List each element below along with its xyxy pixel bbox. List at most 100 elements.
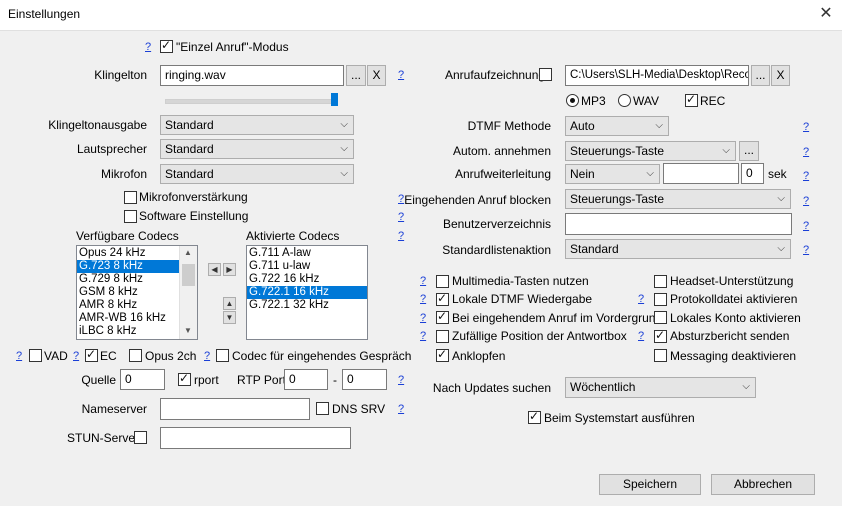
nameserver-input[interactable] xyxy=(160,398,310,420)
multimedia-keys-checkbox[interactable] xyxy=(436,275,449,288)
output-select[interactable]: Standard ⌵ xyxy=(160,115,354,135)
random-position-checkbox[interactable] xyxy=(436,330,449,343)
help-link-incoming-codec[interactable]: ? xyxy=(204,349,210,363)
help-link-local-dtmf[interactable]: ? xyxy=(420,292,426,306)
rtp-port-to-input[interactable]: 0 xyxy=(342,369,387,390)
wav-radio[interactable] xyxy=(618,94,631,107)
rec-checkbox[interactable] xyxy=(685,92,698,107)
help-link-ringtone[interactable]: ? xyxy=(398,68,404,82)
move-right-button[interactable]: ▶ xyxy=(223,263,236,276)
enabled-codecs-label: Aktivierte Codecs xyxy=(246,229,340,243)
incoming-foreground-checkbox[interactable] xyxy=(436,309,449,324)
dns-srv-label: DNS SRV xyxy=(332,402,386,416)
forward-number-input[interactable] xyxy=(663,163,739,184)
chevron-down-icon: ⌵ xyxy=(722,145,730,156)
stun-input[interactable] xyxy=(160,427,351,449)
rtp-port-from-input[interactable]: 0 xyxy=(284,369,328,390)
help-link-einzel[interactable]: ? xyxy=(145,40,151,54)
auto-answer-select[interactable]: Steuerungs-Taste ⌵ xyxy=(565,141,736,161)
ringtone-volume-slider[interactable] xyxy=(331,93,338,106)
help-link-codecs[interactable]: ? xyxy=(398,229,404,243)
updates-select[interactable]: Wöchentlich ⌵ xyxy=(565,377,756,398)
user-directory-input[interactable] xyxy=(565,213,792,235)
help-link-multimedia[interactable]: ? xyxy=(420,274,426,288)
headset-support-checkbox[interactable] xyxy=(654,275,667,288)
list-item[interactable]: G.711 A-law xyxy=(247,247,367,260)
help-link-rtp[interactable]: ? xyxy=(398,373,404,387)
help-link-vad[interactable]: ? xyxy=(16,349,22,363)
forward-select[interactable]: Nein ⌵ xyxy=(565,164,660,184)
mp3-radio[interactable] xyxy=(566,94,579,107)
user-directory-label: Benutzerverzeichnis xyxy=(442,217,551,231)
software-setting-checkbox[interactable] xyxy=(124,210,137,223)
recording-clear-button[interactable]: X xyxy=(771,65,790,86)
help-link-foreground[interactable]: ? xyxy=(420,311,426,325)
help-link-software-setting[interactable]: ? xyxy=(398,210,404,224)
mic-select[interactable]: Standard ⌵ xyxy=(160,164,354,184)
move-down-button[interactable]: ▼ xyxy=(223,311,236,324)
call-waiting-checkbox[interactable] xyxy=(436,347,449,362)
ec-checkbox[interactable] xyxy=(85,347,98,362)
ringtone-browse-button[interactable]: ... xyxy=(346,65,366,86)
headset-support-label: Headset-Unterstützung xyxy=(670,274,794,288)
window-title: Einstellungen xyxy=(8,7,81,21)
help-link-userdir[interactable]: ? xyxy=(803,219,809,233)
ringtone-input[interactable]: ringing.wav xyxy=(160,65,344,86)
opus-2ch-checkbox[interactable] xyxy=(129,349,142,362)
block-label: Eingehenden Anruf blocken xyxy=(404,193,551,207)
auto-answer-more-button[interactable]: ... xyxy=(739,141,759,161)
dtmf-value: Auto xyxy=(570,119,595,133)
list-item[interactable]: G.722 16 kHz xyxy=(247,273,367,286)
list-item[interactable]: G.722.1 16 kHz xyxy=(247,286,367,299)
nameserver-label: Nameserver xyxy=(81,402,147,416)
einzel-anruf-checkbox[interactable] xyxy=(160,38,173,53)
disable-messaging-checkbox[interactable] xyxy=(654,349,667,362)
move-left-button[interactable]: ◀ xyxy=(208,263,221,276)
recording-checkbox[interactable] xyxy=(539,68,552,81)
help-link-default-action[interactable]: ? xyxy=(803,243,809,257)
local-dtmf-label: Lokale DTMF Wiedergabe xyxy=(452,292,593,306)
block-select[interactable]: Steuerungs-Taste ⌵ xyxy=(565,189,791,209)
enabled-codecs-list[interactable]: G.711 A-law G.711 u-law G.722 16 kHz G.7… xyxy=(246,245,368,340)
cancel-button[interactable]: Abbrechen xyxy=(711,474,815,495)
help-link-forward[interactable]: ? xyxy=(803,169,809,183)
close-icon[interactable]: ✕ xyxy=(815,4,837,24)
software-setting-label: Software Einstellung xyxy=(139,209,249,223)
list-item[interactable]: G.711 u-law xyxy=(247,260,367,273)
default-action-select[interactable]: Standard ⌵ xyxy=(565,239,791,259)
move-up-button[interactable]: ▲ xyxy=(223,297,236,310)
autostart-checkbox[interactable] xyxy=(528,409,541,424)
source-input[interactable]: 0 xyxy=(120,369,165,390)
help-link-random-position[interactable]: ? xyxy=(420,329,426,343)
rtp-port-dash: - xyxy=(333,373,337,387)
local-dtmf-checkbox[interactable] xyxy=(436,291,449,306)
ringtone-clear-button[interactable]: X xyxy=(367,65,386,86)
help-link-block[interactable]: ? xyxy=(803,194,809,208)
help-link-auto-answer[interactable]: ? xyxy=(803,145,809,159)
dtmf-select[interactable]: Auto ⌵ xyxy=(565,116,669,136)
log-file-checkbox[interactable] xyxy=(654,293,667,306)
incoming-codec-checkbox[interactable] xyxy=(216,349,229,362)
recording-browse-button[interactable]: ... xyxy=(751,65,770,86)
speaker-select[interactable]: Standard ⌵ xyxy=(160,139,354,159)
crash-report-checkbox[interactable] xyxy=(654,328,667,343)
help-link-dtmf[interactable]: ? xyxy=(803,120,809,134)
help-link-ec[interactable]: ? xyxy=(73,349,79,363)
save-button[interactable]: Speichern xyxy=(599,474,701,495)
rport-checkbox[interactable] xyxy=(178,371,191,386)
stun-checkbox[interactable] xyxy=(134,431,147,444)
mic-boost-checkbox[interactable] xyxy=(124,191,137,204)
vad-checkbox[interactable] xyxy=(29,349,42,362)
block-value: Steuerungs-Taste xyxy=(570,192,665,206)
forward-seconds-input[interactable]: 0 xyxy=(741,163,764,184)
list-item[interactable]: G.722.1 32 kHz xyxy=(247,299,367,312)
dns-srv-checkbox[interactable] xyxy=(316,402,329,415)
available-codecs-list[interactable]: Opus 24 kHz G.723 8 kHz G.729 8 kHz GSM … xyxy=(76,245,198,340)
local-account-checkbox[interactable] xyxy=(654,311,667,324)
help-link-log-file[interactable]: ? xyxy=(638,292,644,306)
scrollbar-thumb[interactable] xyxy=(182,264,195,286)
help-link-dns[interactable]: ? xyxy=(398,402,404,416)
available-codecs-scrollbar[interactable]: ▲ ▼ xyxy=(179,246,197,339)
help-link-crash-report[interactable]: ? xyxy=(638,329,644,343)
recording-path-input[interactable]: C:\Users\SLH-Media\Desktop\Record xyxy=(565,65,749,86)
